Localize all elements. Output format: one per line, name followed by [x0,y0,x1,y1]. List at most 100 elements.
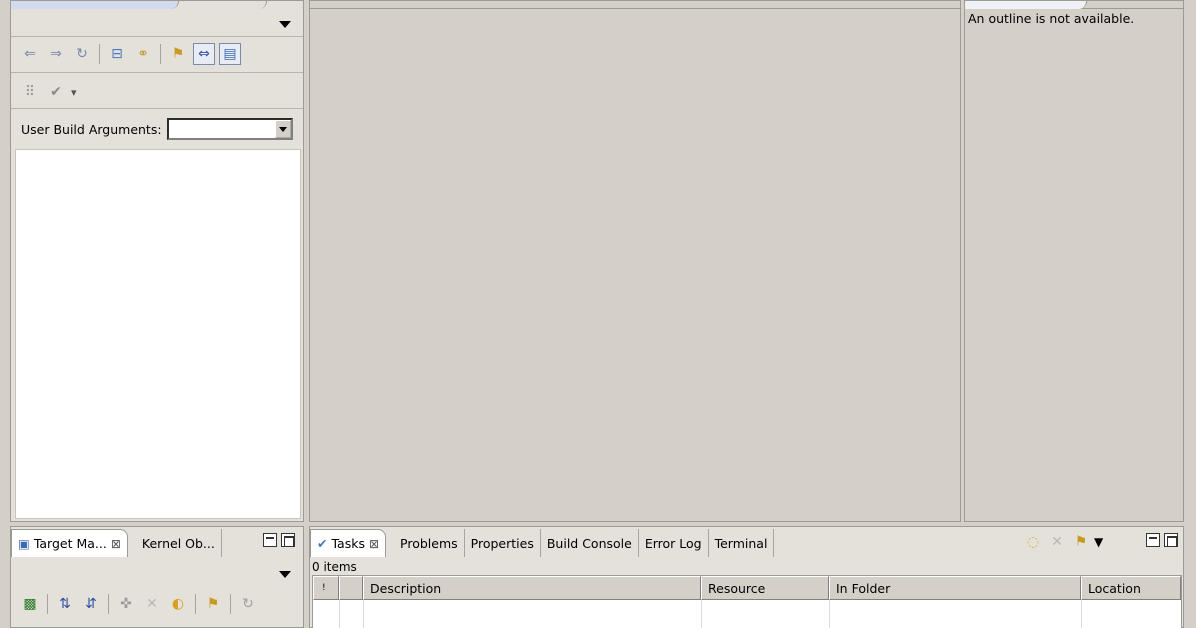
tab-label: Target Ma... [33,536,107,551]
refresh-icon[interactable]: ↻ [71,43,93,65]
sort-icon: ! [322,583,326,593]
tab-kernel-objects[interactable]: Kernel Ob... [128,529,222,557]
fetch-icon[interactable]: ⠿ [19,81,41,103]
column-location[interactable]: Location [1081,576,1181,600]
view-tabs: ✔ Tasks ⊠ Problems Properties Build Cons… [310,527,775,557]
column-divider [829,600,830,628]
tab-active-view[interactable] [11,1,179,9]
table-body [313,600,1181,628]
column-completed[interactable]: ! [313,576,339,600]
maximize-icon[interactable] [1164,533,1178,547]
editor-area [309,0,961,522]
column-label: Description [370,580,442,596]
table-header: ! Description Resource In Folder Locatio… [313,576,1181,600]
toggle-icon[interactable]: ⇔ [193,43,215,65]
delete-icon[interactable]: ✕ [1046,531,1068,553]
target-manager-icon: ▣ [18,536,30,551]
tab-properties[interactable]: Properties [465,529,541,557]
back-icon[interactable]: ⇐ [19,43,41,65]
collapse-icon[interactable]: ⊟ [106,43,128,65]
build-targets-tree[interactable] [15,149,301,519]
build-targets-view: ⇐ ⇒ ↻ ⊟ ⚭ ⚑ ⇔ ▤ ⠿ ✔ ▾ User Build Argumen… [10,0,304,522]
check-icon[interactable]: ✔ [45,81,67,103]
tasks-table[interactable]: ! Description Resource In Folder Locatio… [312,575,1182,628]
column-label: In Folder [836,580,891,596]
column-in-folder[interactable]: In Folder [829,576,1081,600]
new-task-icon[interactable]: ◌ [1022,531,1044,553]
tasks-icon: ✔ [317,536,328,551]
filter-icon[interactable]: ▤ [219,43,241,65]
tab-label: Tasks [331,536,365,551]
delete-icon[interactable]: ✕ [141,593,163,615]
tab-label: Properties [470,535,534,551]
tasks-count: 0 items [312,560,357,574]
tab-problems[interactable]: Problems [386,529,465,557]
column-resource[interactable]: Resource [701,576,829,600]
view-window-buttons [263,533,295,547]
maximize-icon[interactable] [281,533,295,547]
build-icon[interactable]: ⚑ [202,593,224,615]
target-toolbar: ▩ ⇅ ⇵ ✜ ✕ ◐ ⚑ ↻ [19,593,259,615]
target-manager-view: ▣ Target Ma... ⊠ Kernel Ob... ▩ ⇅ ⇵ ✜ ✕ … [10,526,304,628]
reset-icon[interactable]: ◐ [167,593,189,615]
column-label: Location [1088,580,1141,596]
column-description[interactable]: Description [363,576,701,600]
view-toolbar: ⇐ ⇒ ↻ ⊟ ⚭ ⚑ ⇔ ▤ [19,43,241,65]
chevron-down-icon[interactable]: ▾ [71,86,77,99]
disconnect-icon[interactable]: ⇵ [80,593,102,615]
toolbar-separator [195,594,196,614]
build-args-label: User Build Arguments: [21,122,162,137]
outline-tabstrip [965,1,1183,9]
tab-label: Kernel Ob... [141,535,215,551]
editor-tabstrip [310,1,960,9]
toolbar-separator [160,44,161,64]
toolbar-separator [108,594,109,614]
outline-view: An outline is not available. [964,0,1184,522]
tab-label: Build Console [546,535,632,551]
tasks-toolbar: ◌ ✕ ⚑ ▼ [1022,531,1103,553]
view-window-buttons [1146,533,1178,547]
divider [11,72,303,73]
column-divider [363,600,364,628]
minimize-icon[interactable] [263,533,277,547]
link-icon[interactable]: ⚭ [132,43,154,65]
tab-label: Terminal [714,535,768,551]
tab-build-console[interactable]: Build Console [541,529,639,557]
chevron-down-icon[interactable] [275,120,291,138]
tab-terminal[interactable]: Terminal [709,529,775,557]
column-label: Resource [708,580,766,596]
properties-icon[interactable]: ✜ [115,593,137,615]
divider [11,36,303,37]
tab-label: Error Log [644,535,702,551]
tab-error-log[interactable]: Error Log [639,529,709,557]
build-icon[interactable]: ⚑ [167,43,189,65]
build-args-combo[interactable] [167,118,293,140]
view-menu-icon[interactable] [279,21,291,28]
tab-target-manager[interactable]: ▣ Target Ma... ⊠ [11,529,128,557]
tab-tasks[interactable]: ✔ Tasks ⊠ [310,529,387,557]
view-menu-icon[interactable] [279,571,291,578]
toolbar-separator [230,594,231,614]
toolbar-separator [99,44,100,64]
view-toolbar-secondary: ⠿ ✔ ▾ [19,81,77,103]
tab-outline[interactable] [965,1,1087,9]
forward-icon[interactable]: ⇒ [45,43,67,65]
close-icon[interactable]: ⊠ [369,537,379,551]
outline-message: An outline is not available. [968,11,1135,26]
column-divider [1081,600,1082,628]
view-tabstrip [11,1,303,9]
tab-secondary-view[interactable] [181,1,267,9]
connect-icon[interactable]: ⇅ [54,593,76,615]
refresh-icon[interactable]: ↻ [237,593,259,615]
close-icon[interactable]: ⊠ [111,537,121,551]
column-priority[interactable] [339,576,363,600]
divider [11,108,303,109]
view-tabs: ▣ Target Ma... ⊠ Kernel Ob... [11,527,222,557]
column-divider [339,600,340,628]
column-divider [701,600,702,628]
view-menu-icon[interactable]: ▼ [1094,535,1103,549]
new-connection-icon[interactable]: ▩ [19,593,41,615]
minimize-icon[interactable] [1146,533,1160,547]
toolbar-separator [47,594,48,614]
filter-icon[interactable]: ⚑ [1070,531,1092,553]
